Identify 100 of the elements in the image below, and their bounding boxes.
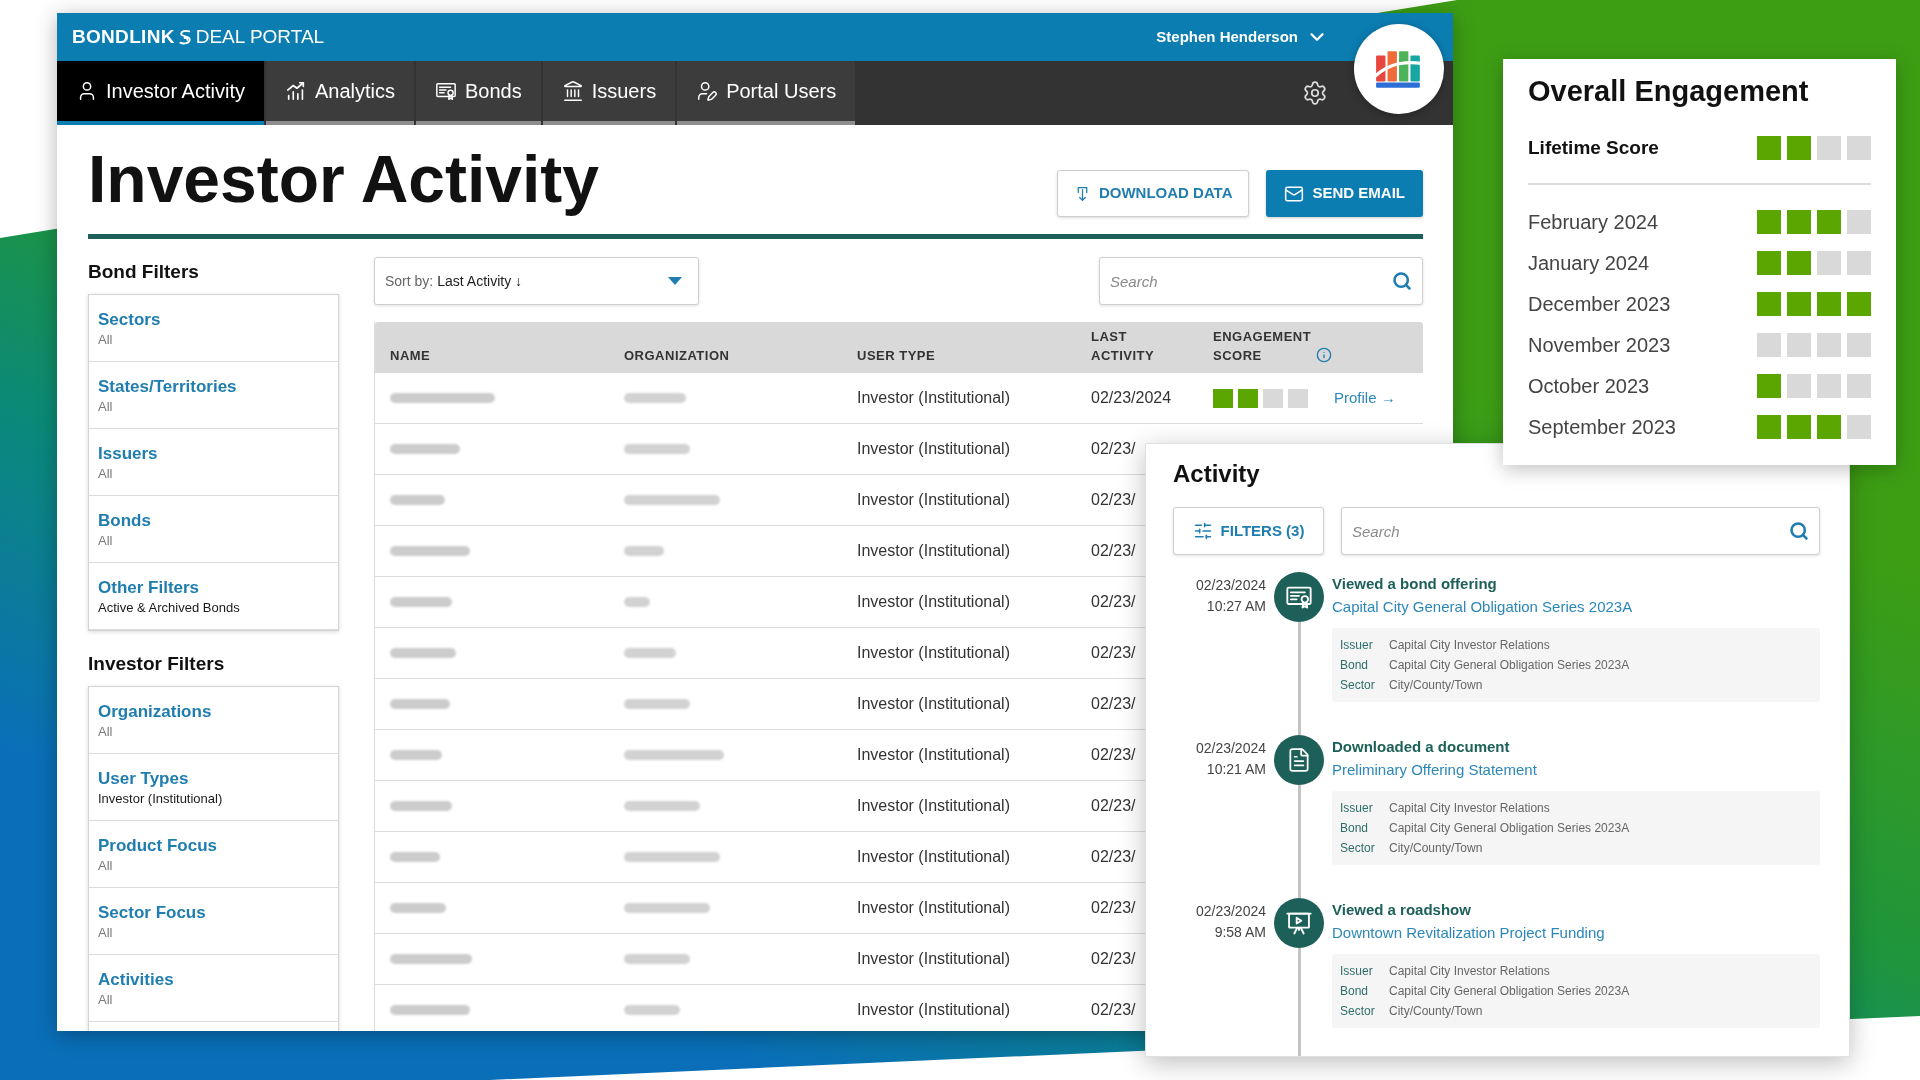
score-block-icon: [1817, 209, 1841, 234]
table-cell: 02/23/: [1091, 1001, 1136, 1018]
nav-tab[interactable]: Portal Users: [677, 61, 856, 125]
detail-label: Bond: [1340, 657, 1369, 674]
score-block-icon: [1817, 414, 1841, 439]
blurred-name: [390, 750, 442, 760]
activity-link[interactable]: Downtown Revitalization Project Funding: [1332, 921, 1605, 945]
score-block-icon: [1263, 388, 1283, 408]
filter-item[interactable]: Bonds All: [89, 496, 338, 563]
detail-value: Capital City Investor Relations: [1389, 637, 1550, 654]
timeline-date: 02/23/2024: [1195, 576, 1266, 595]
blurred-organization: [624, 648, 676, 658]
blurred-name: [390, 699, 450, 709]
table-cell: Investor (Institutional): [857, 950, 1010, 967]
detail-value: Capital City Investor Relations: [1389, 963, 1550, 980]
swirl-icon: [177, 28, 193, 46]
score-block-icon: [1288, 388, 1308, 408]
detail-label: Bond: [1340, 983, 1369, 1000]
nav-tab[interactable]: Bonds: [415, 61, 541, 125]
detail-label: Issuer: [1340, 800, 1373, 817]
filter-item[interactable]: Other Filters Active & Archived Bonds: [89, 563, 338, 630]
blurred-organization: [624, 597, 650, 607]
table-cell: 02/23/: [1091, 695, 1136, 712]
timeline-time: 10:21 AM: [1206, 760, 1266, 779]
profile-link[interactable]: Profile →: [1334, 386, 1396, 410]
score-block-icon: [1817, 373, 1841, 398]
month-label: January 2024: [1528, 250, 1650, 276]
table-cell: Investor (Institutional): [857, 1001, 1010, 1018]
table-cell: 02/23/: [1091, 848, 1136, 865]
month-label: December 2023: [1528, 291, 1671, 317]
sliders-icon: [1192, 521, 1213, 541]
detail-value: City/County/Town: [1389, 677, 1483, 694]
table-cell: 02/23/: [1091, 746, 1136, 763]
detail-label: Sector: [1340, 1003, 1375, 1020]
detail-label: Sector: [1340, 840, 1375, 857]
column-header: USER TYPE: [857, 347, 936, 365]
search-field[interactable]: Search: [1099, 257, 1423, 305]
timeline-time: 9:58 AM: [1214, 923, 1266, 942]
blurred-name: [390, 801, 452, 811]
score-block-icon: [1757, 332, 1781, 357]
filter-item[interactable]: Activities All: [89, 955, 338, 1022]
card-title: Overall Engagement: [1528, 74, 1810, 109]
blurred-organization: [624, 954, 690, 964]
column-header: LAST ACTIVITY: [1091, 328, 1155, 365]
brand-name: BONDLINK: [72, 24, 175, 49]
table-cell: 02/23/: [1091, 440, 1136, 457]
timeline-time: 10:27 AM: [1206, 597, 1266, 616]
sort-dropdown[interactable]: Sort by: Last Activity ↓: [374, 257, 699, 305]
bank-icon: [561, 80, 584, 102]
user-menu-button[interactable]: Stephen Henderson: [1156, 25, 1328, 49]
activity-link[interactable]: Capital City General Obligation Series 2023A: [1332, 595, 1633, 619]
search-field[interactable]: Search: [1341, 507, 1820, 555]
detail-value: Capital City Investor Relations: [1389, 800, 1550, 817]
score-block-icon: [1817, 136, 1841, 160]
table-cell: 02/23/: [1091, 644, 1136, 661]
table-cell: 02/23/: [1091, 950, 1136, 967]
table-cell: Investor (Institutional): [857, 440, 1010, 457]
download-button[interactable]: DOWNLOAD DATA: [1056, 170, 1250, 217]
filter-item[interactable]: Sectors All: [89, 295, 338, 362]
score-block-icon: [1817, 250, 1841, 275]
page-title: Investor Activity: [88, 141, 600, 217]
detail-label: Bond: [1340, 820, 1369, 837]
table-cell: Investor (Institutional): [857, 848, 1010, 865]
settings-icon[interactable]: [1302, 80, 1328, 106]
filter-item[interactable]: Sector Focus All: [89, 888, 338, 955]
score-block-icon: [1787, 209, 1811, 234]
filter-item[interactable]: User Types Investor (Institutional): [89, 754, 338, 821]
timeline-date: 02/23/2024: [1195, 739, 1266, 758]
blurred-organization: [624, 699, 690, 709]
blurred-name: [390, 495, 445, 505]
nav-tab[interactable]: Investor Activity: [57, 61, 264, 125]
filter-item[interactable]: Organizations All: [89, 687, 338, 754]
score-block-icon: [1847, 373, 1871, 398]
nav-tab[interactable]: Analytics: [265, 61, 414, 125]
blurred-name: [390, 648, 456, 658]
filter-item[interactable]: Product Focus All: [89, 821, 338, 888]
detail-value: Capital City General Obligation Series 2023A: [1389, 820, 1630, 837]
filter-item[interactable]: States/Territories All: [89, 362, 338, 429]
blurred-name: [390, 597, 452, 607]
detail-label: Issuer: [1340, 963, 1373, 980]
table-cell: Investor (Institutional): [857, 593, 1010, 610]
product-name: DEAL PORTAL: [195, 24, 325, 49]
filter-item[interactable]: Issuers All: [89, 429, 338, 496]
detail-label: Sector: [1340, 677, 1375, 694]
certificate-icon: [434, 80, 457, 102]
blurred-organization: [624, 546, 664, 556]
table-cell: Investor (Institutional): [857, 491, 1010, 508]
panel-title: Activity: [1173, 459, 1261, 489]
nav-tab[interactable]: Issuers: [542, 61, 676, 125]
score-block-icon: [1757, 373, 1781, 398]
activity-link[interactable]: Preliminary Offering Statement: [1332, 758, 1537, 782]
score-block-icon: [1787, 291, 1811, 316]
score-block-icon: [1817, 291, 1841, 316]
score-block-icon: [1847, 291, 1871, 316]
filters-button[interactable]: FILTERS (3): [1173, 507, 1324, 555]
send-email-button[interactable]: SEND EMAIL: [1266, 170, 1423, 217]
table-cell: 02/23/2024: [1091, 389, 1172, 406]
section-heading: Investor Filters: [88, 652, 226, 676]
blurred-name: [390, 444, 460, 454]
table-cell: 02/23/: [1091, 491, 1136, 508]
